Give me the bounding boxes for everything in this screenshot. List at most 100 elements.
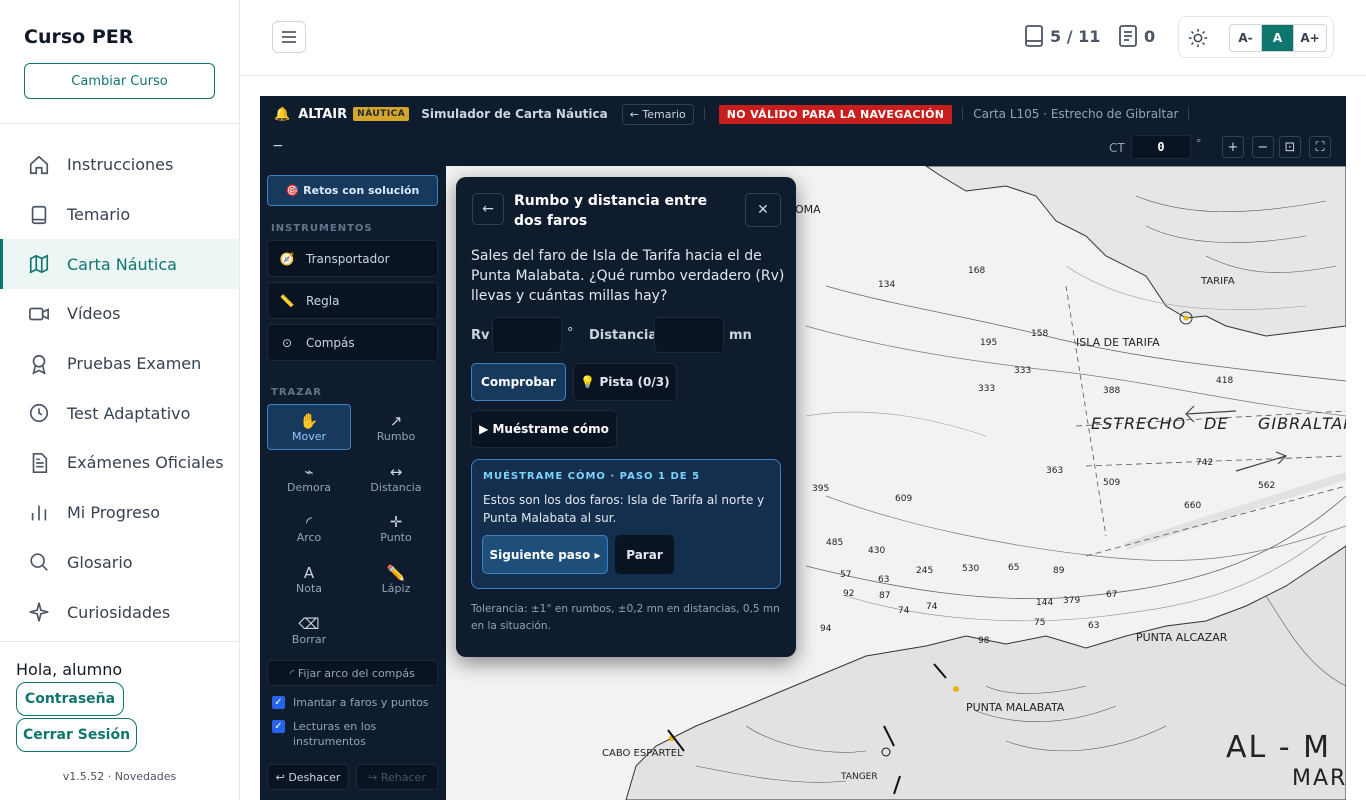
magnet-checkbox[interactable]: ✓ Imantar a faros y puntos bbox=[272, 695, 429, 710]
depth-sounding: 388 bbox=[1103, 386, 1121, 396]
step-text: Estos son los dos faros: Isla de Tarifa … bbox=[483, 493, 765, 525]
fix-arc-button[interactable]: ◜ Fijar arco del compás bbox=[267, 660, 438, 686]
logout-button[interactable]: Cerrar Sesión bbox=[16, 718, 137, 752]
fit-view-button[interactable]: ⊡ bbox=[1279, 136, 1301, 158]
challenges-button[interactable]: 🎯 Retos con solución bbox=[267, 175, 438, 206]
nav-item-videos[interactable]: Vídeos bbox=[0, 289, 239, 339]
nav-item-carta-nautica[interactable]: Carta Náutica bbox=[0, 239, 239, 290]
dialog-title: Rumbo y distancia entre dos faros bbox=[514, 193, 708, 229]
depth-sounding: 363 bbox=[1046, 466, 1064, 476]
hint-button[interactable]: 💡 Pista (0/3) bbox=[573, 363, 677, 401]
progress-counter[interactable]: 5 / 11 bbox=[1024, 24, 1100, 48]
distance-tool[interactable]: ↔ Distancia bbox=[354, 455, 438, 501]
tool-label: Arco bbox=[296, 530, 322, 544]
back-button[interactable]: ← bbox=[472, 193, 504, 225]
font-large-button[interactable]: A+ bbox=[1294, 25, 1326, 51]
course-tool[interactable]: ↗ Rumbo bbox=[354, 404, 438, 450]
map-label: TANGER bbox=[841, 772, 878, 782]
tool-label: Punto bbox=[380, 530, 412, 544]
depth-sounding: 158 bbox=[1031, 329, 1049, 339]
nav-item-test-adaptativo[interactable]: Test Adaptativo bbox=[0, 388, 239, 438]
tool-label: Mover bbox=[291, 429, 327, 443]
change-course-button[interactable]: Cambiar Curso bbox=[24, 63, 215, 99]
bar-chart-icon bbox=[28, 502, 50, 524]
text-icon: A bbox=[303, 563, 315, 582]
app-subtitle: Simulador de Carta Náutica bbox=[421, 107, 608, 121]
font-small-button[interactable]: A- bbox=[1230, 25, 1262, 51]
nav-label: Instrucciones bbox=[67, 155, 174, 175]
challenge-dialog: ← Rumbo y distancia entre dos faros ✕ Sa… bbox=[456, 177, 796, 657]
depth-sounding: 94 bbox=[820, 624, 832, 634]
home-icon bbox=[28, 154, 50, 176]
erase-tool[interactable]: ⌫ Borrar bbox=[267, 607, 351, 653]
checkbox-label: Lecturas en los instrumentos bbox=[293, 720, 377, 748]
nav-item-instrucciones[interactable]: Instrucciones bbox=[0, 140, 239, 190]
divider bbox=[703, 107, 705, 121]
app-badge: NÁUTICA bbox=[353, 107, 410, 121]
rv-input[interactable] bbox=[492, 317, 562, 353]
nav-item-examenes-oficiales[interactable]: Exámenes Oficiales bbox=[0, 438, 239, 488]
distance-input[interactable] bbox=[654, 317, 724, 353]
depth-sounding: 168 bbox=[968, 266, 986, 276]
checkbox-checked-icon: ✓ bbox=[272, 720, 285, 733]
depth-sounding: 65 bbox=[1008, 563, 1020, 573]
depth-sounding: 245 bbox=[916, 566, 934, 576]
instruments-heading: INSTRUMENTOS bbox=[271, 223, 373, 234]
sparkle-icon bbox=[28, 601, 50, 623]
password-button[interactable]: Contraseña bbox=[16, 682, 124, 716]
collapse-panel-button[interactable]: − bbox=[272, 138, 284, 154]
stop-button[interactable]: Parar bbox=[615, 535, 674, 574]
sun-icon[interactable] bbox=[1187, 27, 1209, 49]
nav-item-mi-progreso[interactable]: Mi Progreso bbox=[0, 488, 239, 538]
rv-label: Rv bbox=[471, 328, 490, 343]
depth-sounding: 74 bbox=[898, 606, 910, 616]
clock-icon bbox=[28, 402, 50, 424]
ruler-tool[interactable]: 📏 Regla bbox=[267, 282, 438, 319]
ct-label: CT bbox=[1109, 141, 1125, 155]
checkbox-label: Imantar a faros y puntos bbox=[293, 696, 429, 709]
next-step-button[interactable]: Siguiente paso ▸ bbox=[482, 535, 608, 574]
crosshair-icon: ✛ bbox=[389, 512, 403, 531]
step-header: MUÉSTRAME CÓMO · PASO 1 DE 5 bbox=[483, 471, 701, 482]
temario-button[interactable]: ← Temario bbox=[621, 103, 694, 125]
nav-item-curiosidades[interactable]: Curiosidades bbox=[0, 587, 239, 637]
map-label: PUNTA ALCAZAR bbox=[1136, 631, 1228, 644]
nav-item-glosario[interactable]: Glosario bbox=[0, 538, 239, 588]
book-icon bbox=[1025, 25, 1043, 47]
chart-simulator: 🔔 ALTAIR NÁUTICA Simulador de Carta Náut… bbox=[260, 96, 1346, 800]
walkthrough-step: MUÉSTRAME CÓMO · PASO 1 DE 5 Estos son l… bbox=[471, 459, 781, 589]
zoom-out-button[interactable]: − bbox=[1252, 136, 1274, 158]
point-tool[interactable]: ✛ Punto bbox=[354, 505, 438, 551]
readings-checkbox[interactable]: ✓ Lecturas en los instrumentos bbox=[272, 719, 382, 749]
depth-sounding: 134 bbox=[878, 280, 896, 290]
nav-item-pruebas-examen[interactable]: Pruebas Examen bbox=[0, 339, 239, 389]
protractor-tool[interactable]: 🧭 Transportador bbox=[267, 240, 438, 277]
show-me-button[interactable]: ▶ Muéstrame cómo bbox=[471, 410, 617, 448]
undo-button[interactable]: ↩ Deshacer bbox=[267, 764, 349, 790]
close-icon: ✕ bbox=[757, 202, 769, 218]
depth-sounding: 57 bbox=[840, 570, 852, 580]
navigation-warning: NO VÁLIDO PARA LA NAVEGACIÓN bbox=[718, 104, 953, 124]
fullscreen-button[interactable]: ⛶ bbox=[1309, 136, 1331, 158]
close-button[interactable]: ✕ bbox=[745, 193, 781, 227]
ct-input[interactable]: 0 bbox=[1131, 135, 1191, 159]
map-label: ISLA DE TARIFA bbox=[1076, 336, 1160, 349]
bearing-tool[interactable]: ⌁ Demora bbox=[267, 455, 351, 501]
font-normal-button[interactable]: A bbox=[1262, 25, 1294, 51]
notes-counter[interactable]: 0 bbox=[1118, 24, 1155, 48]
check-button[interactable]: Comprobar bbox=[471, 363, 566, 401]
version-link[interactable]: v1.5.52 · Novedades bbox=[0, 770, 239, 783]
arc-tool[interactable]: ◜ Arco bbox=[267, 505, 351, 551]
tool-label: Rumbo bbox=[376, 429, 416, 443]
map-label: MAR bbox=[1292, 766, 1346, 791]
nav-item-temario[interactable]: Temario bbox=[0, 190, 239, 240]
tool-label: Nota bbox=[295, 581, 322, 595]
pencil-tool[interactable]: ✏️ Lápiz bbox=[354, 556, 438, 602]
zoom-in-button[interactable]: + bbox=[1222, 136, 1244, 158]
menu-toggle-button[interactable] bbox=[272, 21, 306, 53]
nav-label: Mi Progreso bbox=[67, 503, 161, 523]
note-tool[interactable]: A Nota bbox=[267, 556, 351, 602]
move-tool[interactable]: ✋ Mover bbox=[267, 404, 351, 450]
divider-compass-tool[interactable]: ⊙ Compás bbox=[267, 324, 438, 361]
redo-button[interactable]: ↪ Rehacer bbox=[356, 764, 438, 790]
